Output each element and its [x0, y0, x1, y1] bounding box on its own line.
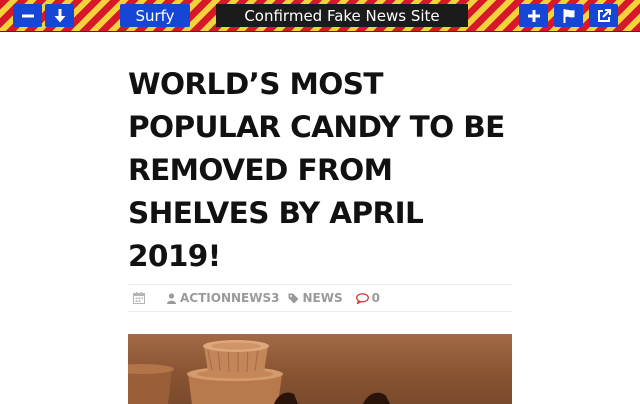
minus-icon [21, 14, 34, 17]
category-link[interactable]: NEWS [288, 291, 343, 305]
title-line: 2019! [128, 239, 221, 273]
expand-button[interactable] [519, 4, 548, 27]
category-name: NEWS [302, 291, 343, 305]
move-down-button[interactable] [45, 4, 74, 27]
flag-icon [563, 8, 574, 23]
surfy-brand-button[interactable]: Surfy [120, 4, 190, 27]
article-title: WORLD’S MOST POPULAR CANDY TO BE REMOVED… [128, 63, 528, 278]
report-button[interactable] [554, 4, 583, 27]
arrow-down-icon [54, 8, 65, 22]
title-line: REMOVED FROM [128, 153, 393, 187]
candy-illustration [128, 340, 390, 404]
hero-image [128, 334, 512, 404]
author-name: ACTIONNEWS3 [180, 291, 280, 305]
minimize-button[interactable] [13, 4, 42, 27]
plus-icon [527, 9, 540, 22]
calendar-icon [133, 292, 145, 304]
external-link-icon [597, 8, 611, 22]
title-line: WORLD’S MOST [128, 67, 384, 101]
tag-icon [288, 293, 299, 303]
comment-icon [355, 292, 369, 304]
author-link[interactable]: ACTIONNEWS3 [167, 291, 279, 305]
fake-news-warning: Confirmed Fake News Site [216, 4, 468, 27]
post-date [133, 292, 145, 304]
open-link-button[interactable] [589, 4, 618, 27]
title-line: POPULAR CANDY TO BE [128, 110, 505, 144]
title-line: SHELVES BY APRIL [128, 196, 424, 230]
comments-link[interactable]: 0 [355, 291, 380, 305]
user-icon [167, 292, 176, 304]
article-meta: ACTIONNEWS3 NEWS 0 [128, 284, 512, 312]
surfy-warning-bar: Surfy Confirmed Fake News Site [0, 0, 640, 32]
comment-count: 0 [371, 291, 380, 305]
